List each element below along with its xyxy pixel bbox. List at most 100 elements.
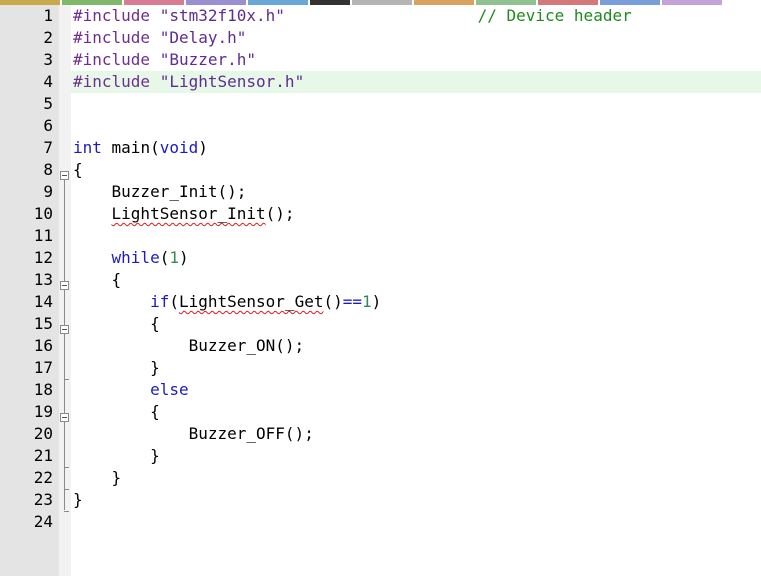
code-token: "stm32f10x.h" [159,6,285,25]
code-line[interactable]: #include "Delay.h" [71,27,761,49]
code-token: #include [73,6,160,25]
line-number: 18 [33,380,53,399]
fold-end-marker [64,489,69,490]
code-line[interactable]: else [71,379,761,401]
line-number: 2 [43,28,53,47]
code-token: { [73,270,122,289]
fold-end-marker [64,379,69,380]
code-line[interactable]: { [71,401,761,423]
code-line[interactable]: if(LightSensor_Get()==1) [71,291,761,313]
code-line[interactable]: int main(void) [71,137,761,159]
code-token: else [150,380,189,399]
code-line[interactable]: } [71,467,761,489]
code-line[interactable]: LightSensor_Init(); [71,203,761,225]
code-token: ) [178,248,189,267]
code-token: #include [73,50,160,69]
code-token: ( [169,292,179,311]
code-token: { [73,314,160,333]
code-line-current[interactable]: #include "LightSensor.h" [71,71,761,93]
line-number: 20 [33,424,53,443]
code-token: if [150,292,170,311]
line-number: 9 [43,182,53,201]
code-area[interactable]: #include "stm32f10x.h" // Device header #… [71,5,761,576]
fold-toggle-while-icon[interactable] [60,281,69,290]
code-token: ) [371,292,382,311]
unresolved-symbol: LightSensor_Get [178,292,324,311]
line-number: 11 [33,226,53,245]
fold-end-marker [64,467,69,468]
line-number: 14 [33,292,53,311]
code-line[interactable]: } [71,489,761,511]
code-token: Buzzer_Init(); [73,182,247,201]
line-number: 16 [33,336,53,355]
line-number: 6 [43,116,53,135]
code-token: "Delay.h" [159,28,247,47]
code-token: } [73,468,122,487]
code-line[interactable]: #include "stm32f10x.h" // Device header [71,5,761,27]
code-token: while [111,248,160,267]
code-line[interactable] [71,115,761,137]
code-line[interactable]: { [71,313,761,335]
line-number: 13 [33,270,53,289]
code-token: 1 [362,292,372,311]
code-token: int [73,138,102,157]
code-line[interactable] [71,225,761,247]
code-line[interactable]: } [71,445,761,467]
code-line[interactable]: { [71,159,761,181]
line-number: 1 [43,6,53,25]
unresolved-symbol: LightSensor_Init [111,204,266,223]
code-line[interactable]: { [71,269,761,291]
line-number: 5 [43,94,53,113]
code-token: main( [101,138,160,157]
line-number: 19 [33,402,53,421]
code-token: #include [73,28,160,47]
code-token: } [73,490,83,509]
line-number: 3 [43,50,53,69]
code-line[interactable] [71,511,761,533]
code-token: "Buzzer.h" [159,50,257,69]
line-number: 23 [33,490,53,509]
code-line[interactable]: while(1) [71,247,761,269]
fold-toggle-main-icon[interactable] [60,171,69,180]
fold-line [64,180,65,510]
code-token: #include [73,72,160,91]
fold-toggle-if-icon[interactable] [60,325,69,334]
line-number: 12 [33,248,53,267]
line-number: 15 [33,314,53,333]
code-token: == [342,292,362,311]
line-number: 21 [33,446,53,465]
code-line[interactable] [71,93,761,115]
line-number: 24 [33,512,53,531]
code-line[interactable]: Buzzer_ON(); [71,335,761,357]
code-editor[interactable]: 1 2 3 4 5 6 7 8 9 10 11 12 13 14 15 16 17 18 19 20 21 22 23 24 … [0,5,761,576]
line-number-gutter: 1 2 3 4 5 6 7 8 9 10 11 12 13 14 15 16 17 18 19 20 21 22 23 24 [0,5,59,576]
code-line[interactable]: Buzzer_OFF(); [71,423,761,445]
code-line[interactable]: } [71,357,761,379]
code-token: { [73,402,160,421]
code-token: } [73,446,160,465]
code-token: 1 [169,248,179,267]
code-token: } [73,358,160,377]
fold-margin [59,5,71,576]
code-token: ( [159,248,170,267]
code-line[interactable]: #include "Buzzer.h" [71,49,761,71]
code-token: void [159,138,199,157]
code-token: ) [198,138,208,157]
line-number: 4 [43,72,53,91]
code-token: "LightSensor.h" [159,72,305,91]
line-number: 10 [33,204,53,223]
code-token: Buzzer_ON(); [73,336,305,355]
fold-end-marker [64,511,69,512]
line-number: 8 [43,160,53,179]
code-token: // Device header [477,6,632,25]
code-token: (); [265,204,295,223]
code-token: { [73,160,83,179]
fold-toggle-else-icon[interactable] [60,413,69,422]
code-token: () [323,292,343,311]
code-line[interactable]: Buzzer_Init(); [71,181,761,203]
